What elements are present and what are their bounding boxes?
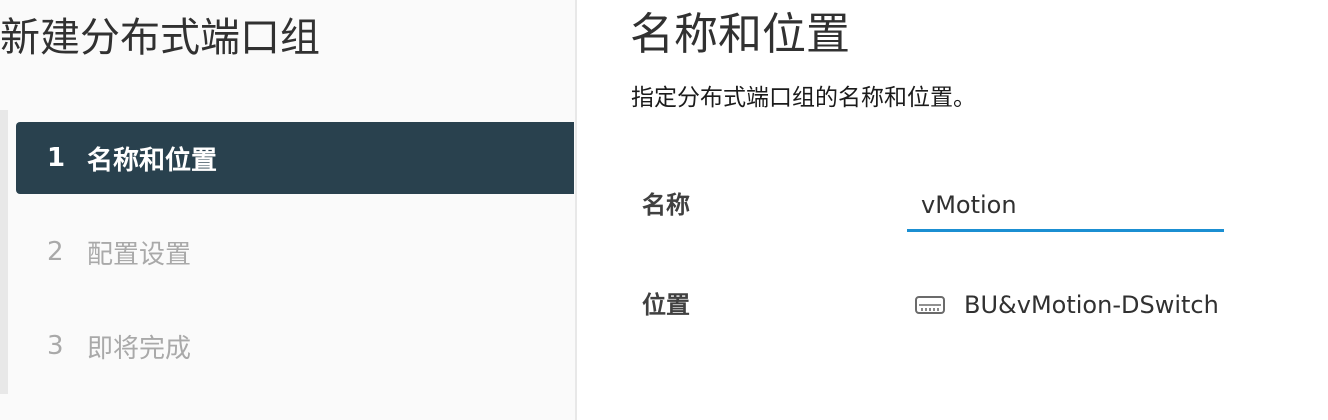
steps-rail — [0, 110, 8, 394]
location-value-row: BU&vMotion-DSwitch — [914, 286, 1219, 324]
location-label: 位置 — [642, 291, 690, 319]
panel-divider — [575, 0, 577, 420]
step-label: 配置设置 — [87, 239, 192, 270]
step-number: 2 — [47, 237, 64, 267]
wizard-step-configure-settings[interactable]: 2 配置设置 — [16, 216, 574, 288]
page-description: 指定分布式端口组的名称和位置。 — [631, 85, 976, 111]
wizard-step-name-location[interactable]: 1 名称和位置 — [16, 122, 574, 194]
wizard-step-ready-to-complete[interactable]: 3 即将完成 — [16, 310, 574, 382]
distributed-switch-icon — [914, 292, 946, 318]
step-label: 即将完成 — [87, 333, 192, 364]
step-label: 名称和位置 — [87, 145, 218, 176]
page-title: 名称和位置 — [630, 9, 850, 60]
name-input[interactable] — [907, 184, 1224, 232]
wizard-sidebar: 新建分布式端口组 1 名称和位置 2 配置设置 3 即将完成 — [0, 0, 575, 420]
name-label: 名称 — [642, 191, 690, 219]
step-number: 3 — [47, 331, 64, 361]
location-value: BU&vMotion-DSwitch — [964, 291, 1219, 319]
wizard-title: 新建分布式端口组 — [0, 15, 320, 61]
step-number: 1 — [47, 143, 66, 173]
